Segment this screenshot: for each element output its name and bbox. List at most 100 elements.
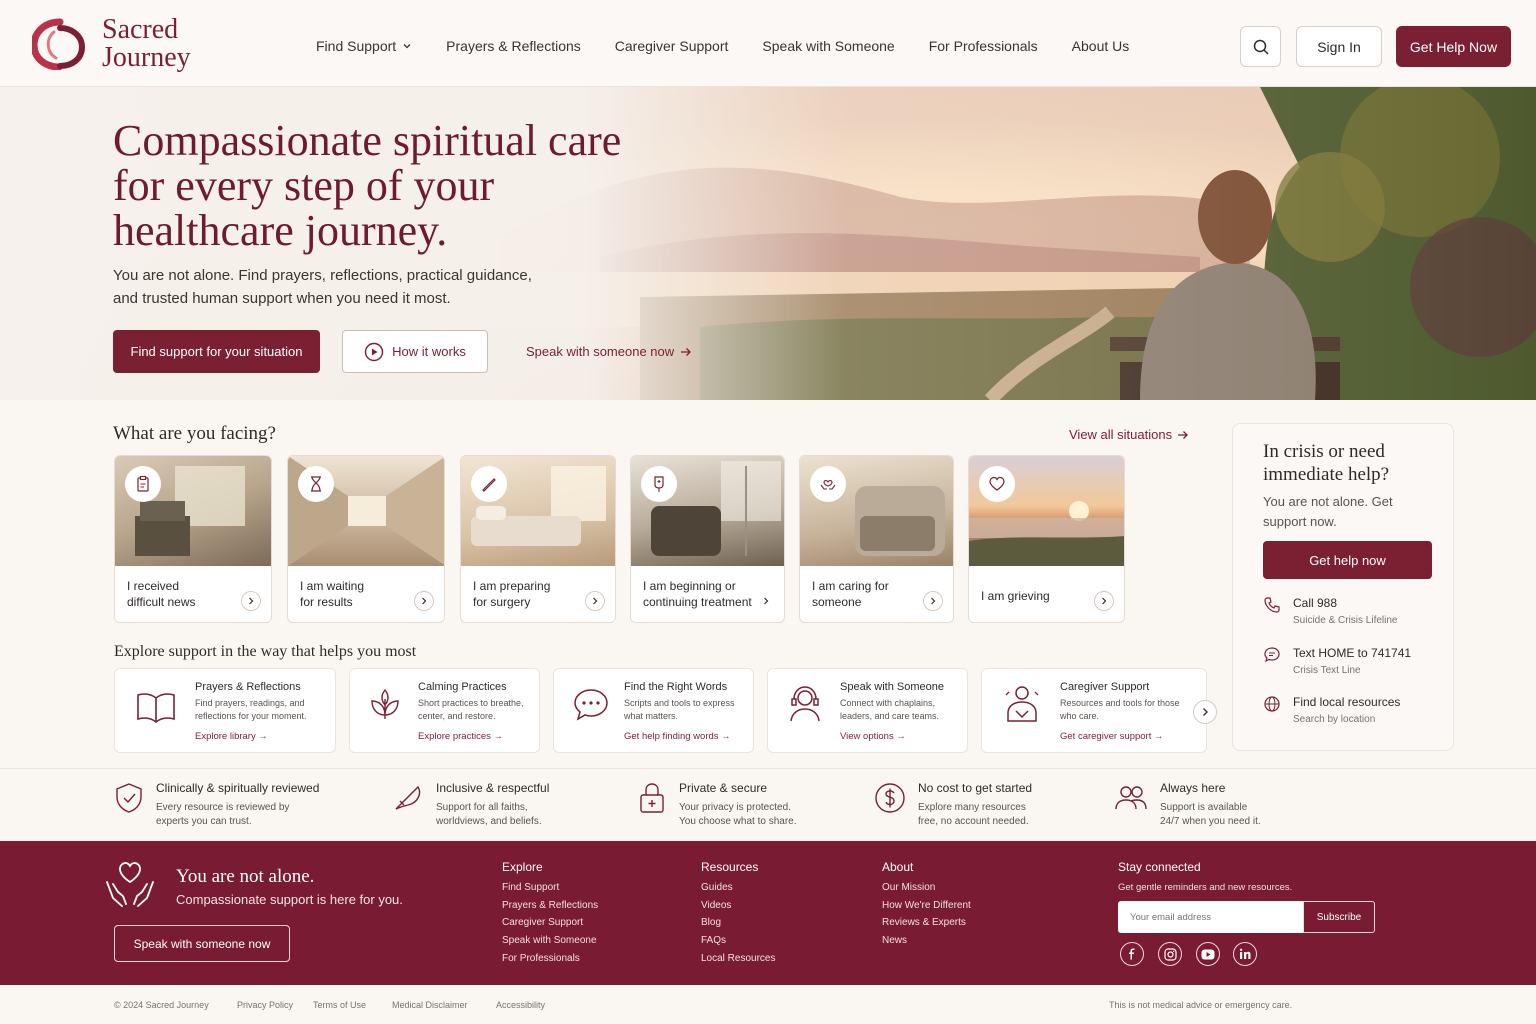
- explore-card-prayers[interactable]: Prayers & Reflections Find prayers, read…: [114, 668, 336, 753]
- nav-speak[interactable]: Speak with Someone: [762, 38, 894, 54]
- crisis-get-help-button[interactable]: Get help now: [1263, 541, 1432, 579]
- trust-title: Private & secure: [679, 781, 768, 795]
- get-help-now-button[interactable]: Get Help Now: [1396, 26, 1511, 67]
- chevron-right-icon[interactable]: [1094, 591, 1114, 611]
- terms-link[interactable]: Terms of Use: [313, 1000, 366, 1010]
- explore-card-desc: Short practices to breathe, center, and …: [418, 698, 524, 721]
- linkedin-icon[interactable]: [1233, 942, 1257, 966]
- hero-subtitle: You are not alone. Find prayers, reflect…: [113, 264, 553, 310]
- footer-link[interactable]: Blog: [701, 914, 775, 932]
- situation-label: I am waiting for results: [300, 578, 418, 610]
- accessibility-link[interactable]: Accessibility: [496, 1000, 545, 1010]
- nav-find-support[interactable]: Find Support: [316, 38, 412, 54]
- explore-card-link[interactable]: Explore library →: [195, 731, 268, 742]
- footer-col-title: About: [882, 860, 914, 874]
- heart-icon: [979, 466, 1015, 502]
- footer-link[interactable]: Reviews & Experts: [882, 914, 971, 932]
- footer-link[interactable]: Prayers & Reflections: [502, 897, 598, 915]
- lock-icon: [640, 783, 664, 813]
- explore-card-title: Caregiver Support: [1060, 681, 1150, 693]
- chevron-right-icon[interactable]: [414, 591, 434, 611]
- trust-desc-line: experts you can trust.: [156, 816, 252, 827]
- brand-line-2: Journey: [102, 42, 191, 73]
- trust-desc-line: 24/7 when you need it.: [1160, 816, 1261, 827]
- footer-col-title: Explore: [502, 860, 543, 874]
- search-button[interactable]: [1240, 26, 1281, 67]
- hands-heart-icon: [810, 466, 846, 502]
- situation-label-line: I am grieving: [981, 589, 1050, 603]
- situation-card-preparing-surgery[interactable]: I am preparing for surgery: [460, 455, 616, 623]
- hourglass-icon: [298, 466, 334, 502]
- find-support-button[interactable]: Find support for your situation: [113, 330, 320, 373]
- explore-next-button[interactable]: [1193, 700, 1217, 724]
- trust-desc-line: worldviews, and beliefs.: [436, 816, 542, 827]
- footer-link[interactable]: Videos: [701, 897, 775, 915]
- footer-link[interactable]: Find Support: [502, 879, 598, 897]
- nav-professionals[interactable]: For Professionals: [929, 38, 1038, 54]
- situation-image: [631, 456, 784, 566]
- nav-prayers[interactable]: Prayers & Reflections: [446, 38, 581, 54]
- subscribe-button[interactable]: Subscribe: [1303, 901, 1375, 933]
- trust-desc-line: Explore many resources: [918, 802, 1026, 813]
- footer-link[interactable]: Caregiver Support: [502, 914, 598, 932]
- footer-link[interactable]: Local Resources: [701, 950, 775, 968]
- nav-caregiver[interactable]: Caregiver Support: [615, 38, 729, 54]
- instagram-icon[interactable]: [1158, 942, 1182, 966]
- how-it-works-button[interactable]: How it works: [342, 330, 488, 373]
- youtube-icon[interactable]: [1196, 942, 1220, 966]
- hero-title: Compassionate spiritual care for every s…: [113, 118, 673, 253]
- explore-link-label: Explore library: [195, 731, 256, 742]
- speak-with-someone-link[interactable]: Speak with someone now: [526, 344, 692, 359]
- situation-card-caring-someone[interactable]: I am caring for someone: [799, 455, 954, 623]
- footer-link[interactable]: Our Mission: [882, 879, 971, 897]
- hero-subtitle-line: and trusted human support when you need …: [113, 290, 451, 307]
- situation-label-line: I received: [127, 579, 180, 593]
- crisis-local-resources[interactable]: Find local resources Search by location: [1263, 695, 1400, 725]
- crisis-row-title: Text HOME to 741741: [1293, 646, 1412, 660]
- explore-card-words[interactable]: Find the Right Words Scripts and tools t…: [553, 668, 754, 753]
- chevron-right-icon[interactable]: [923, 591, 943, 611]
- crisis-subtitle: You are not alone. Get support now.: [1263, 494, 1393, 529]
- nav-about[interactable]: About Us: [1072, 38, 1130, 54]
- footer-link[interactable]: News: [882, 932, 971, 950]
- explore-card-link[interactable]: View options →: [840, 731, 906, 742]
- explore-card-link[interactable]: Get help finding words →: [624, 731, 731, 742]
- clipboard-icon: [125, 466, 161, 502]
- footer-link[interactable]: For Professionals: [502, 950, 598, 968]
- footer-speak-button[interactable]: Speak with someone now: [114, 925, 290, 962]
- crisis-panel: In crisis or need immediate help? You ar…: [1232, 423, 1454, 751]
- medical-disclaimer-link[interactable]: Medical Disclaimer: [392, 1000, 468, 1010]
- situation-card-grieving[interactable]: I am grieving: [968, 455, 1125, 623]
- chevron-down-icon: [403, 44, 411, 49]
- situation-label-line: I am caring for: [812, 579, 889, 593]
- trust-item-always-here: Always here Support is available 24/7 when…: [1114, 781, 1261, 829]
- footer-link[interactable]: How We're Different: [882, 897, 971, 915]
- chevron-right-icon[interactable]: [585, 591, 605, 611]
- facebook-icon[interactable]: [1120, 942, 1144, 966]
- crisis-row-title: Find local resources: [1293, 695, 1401, 709]
- footer-link[interactable]: Guides: [701, 879, 775, 897]
- chevron-right-icon[interactable]: [241, 591, 261, 611]
- footer-link[interactable]: FAQs: [701, 932, 775, 950]
- explore-card-caregiver[interactable]: Caregiver Support Resources and tools fo…: [981, 668, 1207, 753]
- chevron-right-icon[interactable]: [756, 591, 776, 611]
- sign-in-button[interactable]: Sign In: [1296, 26, 1382, 67]
- explore-card-speak[interactable]: Speak with Someone Connect with chaplain…: [767, 668, 968, 753]
- crisis-text-line[interactable]: Text HOME to 741741 Crisis Text Line: [1263, 646, 1411, 676]
- situation-card-treatment[interactable]: I am beginning or continuing treatment: [630, 455, 785, 623]
- privacy-policy-link[interactable]: Privacy Policy: [237, 1000, 293, 1010]
- email-field[interactable]: [1118, 901, 1303, 933]
- view-all-situations-link[interactable]: View all situations: [1069, 427, 1189, 442]
- situation-card-difficult-news[interactable]: I received difficult news: [114, 455, 272, 623]
- crisis-call-988[interactable]: Call 988 Suicide & Crisis Lifeline: [1263, 596, 1398, 626]
- explore-card-calming[interactable]: Calming Practices Short practices to bre…: [349, 668, 540, 753]
- situation-label: I received difficult news: [127, 578, 245, 610]
- situation-card-waiting-results[interactable]: I am waiting for results: [287, 455, 445, 623]
- hero-title-line: for every step of your: [113, 161, 495, 210]
- situation-label-line: I am waiting: [300, 579, 365, 593]
- brand-logo[interactable]: Sacred Journey: [32, 16, 191, 72]
- explore-card-link[interactable]: Get caregiver support →: [1060, 731, 1164, 742]
- explore-card-link[interactable]: Explore practices →: [418, 731, 503, 742]
- main-nav: Find Support Prayers & Reflections Careg…: [316, 38, 1163, 54]
- footer-link[interactable]: Speak with Someone: [502, 932, 598, 950]
